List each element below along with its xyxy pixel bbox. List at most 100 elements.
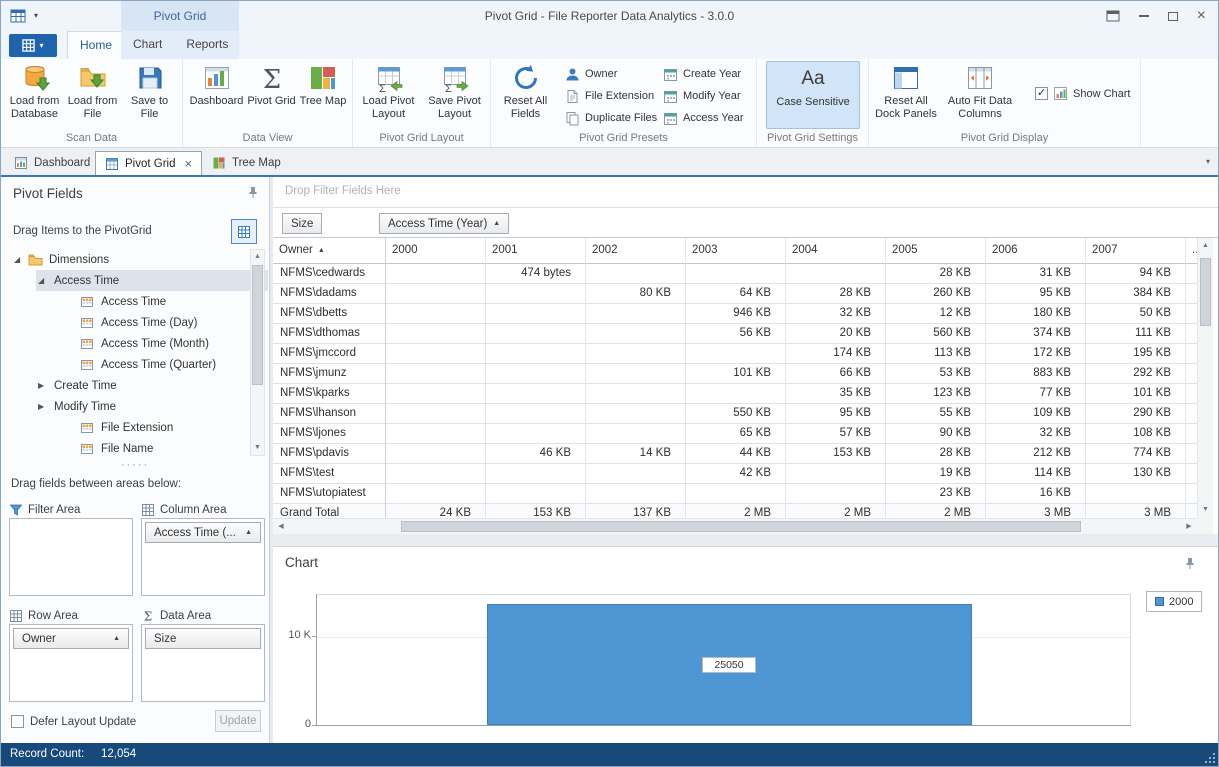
expander-expanded-icon[interactable]: ◢ [14,255,28,264]
tree-item-access-time-quarter[interactable]: Access Time (Quarter) [2,354,268,375]
grid-cell[interactable]: 174 KB [786,344,886,364]
grid-cell[interactable] [786,484,886,504]
row-header-cell[interactable]: NFMS\kparks [273,384,386,404]
grid-cell[interactable]: 108 KB [1086,424,1186,444]
filter-fields-drop-area[interactable]: Drop Filter Fields Here [273,177,1218,208]
grid-cell[interactable] [586,384,686,404]
grid-cell[interactable]: 474 bytes [486,264,586,284]
load-from-database-button[interactable]: Load from Database [6,61,63,129]
column-header-cell[interactable]: 2004 [786,238,886,264]
grid-cell[interactable]: 384 KB [1086,284,1186,304]
grid-cell[interactable] [486,484,586,504]
tree-item-access-time-day[interactable]: Access Time (Day) [2,312,268,333]
minimize-button[interactable] [1139,15,1149,17]
row-header-cell[interactable]: NFMS\dadams [273,284,386,304]
chart-splitter[interactable] [273,534,1218,546]
grid-cell[interactable]: 20 KB [786,324,886,344]
owner-preset-button[interactable]: Owner [565,64,617,84]
data-area-box[interactable]: Size [141,624,265,702]
expander-collapsed-icon[interactable]: ▶ [38,381,52,390]
grid-cell[interactable]: 64 KB [686,284,786,304]
grid-cell[interactable]: 95 KB [986,284,1086,304]
row-header-cell[interactable]: NFMS\pdavis [273,444,386,464]
row-header-cell[interactable]: NFMS\dbetts [273,304,386,324]
grid-cell[interactable]: 77 KB [986,384,1086,404]
grid-cell[interactable]: 23 KB [886,484,986,504]
app-icon[interactable] [10,8,26,24]
duplicate-files-preset-button[interactable]: Duplicate Files [565,108,657,128]
column-header-cell[interactable]: 2000 [386,238,486,264]
scroll-up-icon[interactable]: ▲ [1198,238,1213,254]
tree-item-dimensions[interactable]: ◢ Dimensions [2,249,268,270]
grid-cell[interactable]: 57 KB [786,424,886,444]
grid-cell[interactable] [386,404,486,424]
reset-all-dock-panels-button[interactable]: Reset All Dock Panels [875,61,937,129]
load-pivot-layout-button[interactable]: Σ Load Pivot Layout [357,61,420,129]
tree-item-modify-time[interactable]: ▶ Modify Time [2,396,268,417]
grid-cell[interactable] [586,364,686,384]
grid-cell[interactable]: 180 KB [986,304,1086,324]
grid-cell[interactable] [686,384,786,404]
tree-map-button[interactable]: Tree Map [297,61,349,129]
grid-cell[interactable] [486,324,586,344]
grid-cell[interactable]: 50 KB [1086,304,1186,324]
data-field-button[interactable]: Size [282,213,322,234]
row-area-field-button[interactable]: Owner ▲ [13,628,129,649]
grid-cell[interactable]: 114 KB [986,464,1086,484]
grid-cell[interactable] [686,344,786,364]
grid-cell[interactable] [486,424,586,444]
grid-cell[interactable]: 101 KB [1086,384,1186,404]
horizontal-scrollbar[interactable]: ◀ ▶ [273,518,1197,534]
grid-cell[interactable]: 28 KB [886,264,986,284]
column-area-box[interactable]: Access Time (... ▲ [141,518,265,596]
grid-cell[interactable]: 90 KB [886,424,986,444]
case-sensitive-toggle[interactable]: Aa Case Sensitive [766,61,860,129]
save-to-file-button[interactable]: Save to File [122,61,177,129]
expander-expanded-icon[interactable]: ◢ [38,276,52,285]
scroll-left-icon[interactable]: ◀ [273,519,289,534]
grid-cell[interactable] [486,364,586,384]
show-chart-checkbox[interactable]: Show Chart [1035,86,1130,101]
load-from-file-button[interactable]: Load from File [64,61,121,129]
column-header-cell[interactable]: 2003 [686,238,786,264]
grid-cell[interactable] [686,484,786,504]
column-header-cell[interactable]: .. [1186,238,1197,264]
grid-cell[interactable]: 53 KB [886,364,986,384]
grid-cell[interactable]: 42 KB [686,464,786,484]
grid-cell[interactable] [386,444,486,464]
tree-item-access-time-group[interactable]: ◢ Access Time [2,270,268,291]
row-header-cell[interactable]: NFMS\ljones [273,424,386,444]
create-year-preset-button[interactable]: Create Year [663,64,741,84]
scroll-up-icon[interactable]: ▲ [251,250,264,264]
tree-item-access-time-month[interactable]: Access Time (Month) [2,333,268,354]
field-list-view-button[interactable] [231,219,257,244]
ribbon-tab-reports[interactable]: Reports [174,31,240,59]
grid-cell[interactable]: 260 KB [886,284,986,304]
resize-grip[interactable] [1203,751,1216,764]
scroll-down-icon[interactable]: ▼ [251,441,264,455]
grid-cell[interactable] [786,264,886,284]
row-header-cell[interactable]: NFMS\dthomas [273,324,386,344]
grid-cell[interactable] [386,424,486,444]
grid-cell[interactable] [586,464,686,484]
row-header-cell[interactable]: NFMS\lhanson [273,404,386,424]
grid-cell[interactable]: 28 KB [786,284,886,304]
dashboard-button[interactable]: Dashboard [188,61,245,129]
save-pivot-layout-button[interactable]: Σ Save Pivot Layout [423,61,486,129]
tab-pivot-grid[interactable]: Pivot Grid × [95,151,202,175]
grid-cell[interactable] [686,264,786,284]
scrollbar-thumb[interactable] [1200,258,1211,326]
data-area-field-button[interactable]: Size [145,628,261,649]
float-panel-icon[interactable] [1106,10,1120,22]
grid-cell[interactable] [486,284,586,304]
grid-cell[interactable]: 46 KB [486,444,586,464]
tab-tree-map[interactable]: Tree Map [203,151,290,175]
maximize-button[interactable] [1168,12,1178,21]
grid-cell[interactable] [586,404,686,424]
column-field-button[interactable]: Access Time (Year) ▲ [379,213,509,234]
grid-cell[interactable]: 374 KB [986,324,1086,344]
modify-year-preset-button[interactable]: Modify Year [663,86,740,106]
grid-cell[interactable]: 56 KB [686,324,786,344]
update-button[interactable]: Update [215,710,261,732]
grid-cell[interactable] [586,344,686,364]
